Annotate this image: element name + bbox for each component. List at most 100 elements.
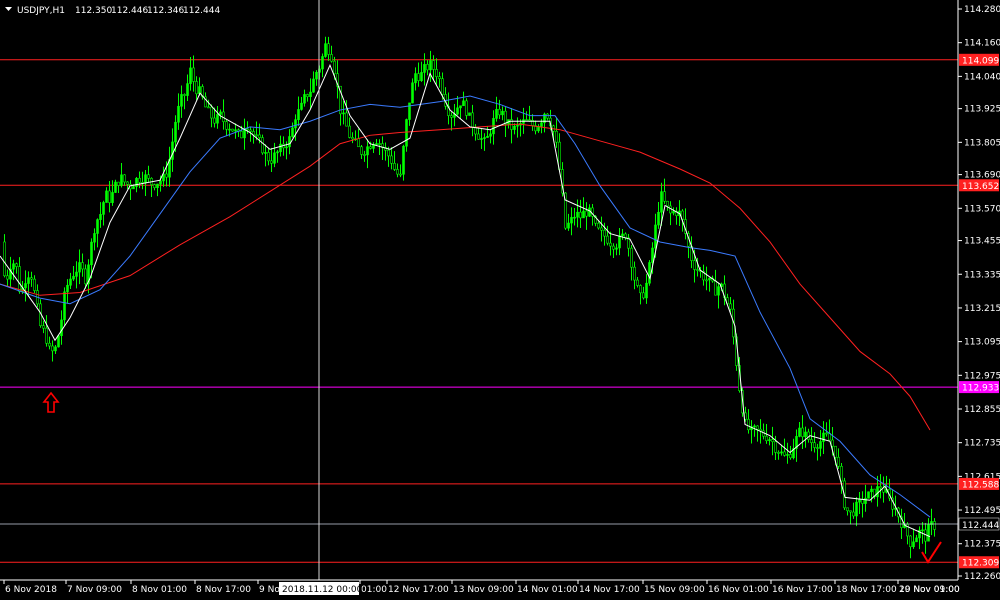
candle-body (465, 100, 468, 116)
candle-body (450, 115, 453, 118)
candle-body (234, 129, 237, 132)
time-tick-label: 8 Nov 17:00 (196, 585, 251, 595)
candle-body (753, 425, 756, 428)
candle-body (525, 119, 528, 121)
candle-body (915, 537, 918, 543)
candle-body (114, 181, 117, 193)
candle-body (312, 78, 315, 93)
candle-body (426, 64, 429, 71)
price-tick-label: 113.925 (964, 105, 1000, 115)
candle-body (198, 86, 201, 95)
candle-body (663, 191, 666, 202)
candle-body (417, 73, 420, 81)
candle-body (126, 181, 129, 185)
candle-body (495, 108, 498, 119)
candle-body (369, 146, 372, 149)
candle-body (864, 497, 867, 504)
candle-body (540, 122, 543, 127)
candle-body (486, 135, 489, 138)
candle-body (366, 146, 369, 156)
candle-body (351, 137, 354, 140)
candle-body (144, 174, 147, 184)
candle-body (270, 160, 273, 164)
candle-body (66, 284, 69, 293)
candle-body (294, 119, 297, 129)
candle-body (819, 441, 822, 449)
time-tick-label: 8 Nov 01:00 (132, 585, 187, 595)
candle-body (60, 319, 63, 337)
candle-body (774, 441, 777, 453)
candle-body (69, 278, 72, 286)
time-tick-label: 14 Nov 01:00 (517, 585, 578, 595)
candle-body (210, 106, 213, 119)
candle-body (786, 454, 789, 456)
candle-body (501, 110, 504, 116)
price-tick-label: 112.260 (964, 572, 1000, 582)
time-tick-label: 15 Nov 09:00 (644, 585, 705, 595)
candle-body (933, 521, 936, 530)
time-tick-label: 18 Nov 17:00 (836, 585, 897, 595)
time-axis-border (0, 579, 958, 581)
plot-area[interactable] (0, 0, 958, 580)
candle-body (261, 137, 264, 154)
candle-body (57, 335, 60, 348)
price-tick-label: 113.570 (964, 204, 1000, 214)
current-price-label: 112.444 (962, 521, 999, 531)
candle-body (81, 262, 84, 270)
candle-body (606, 235, 609, 244)
candle-body (117, 181, 120, 186)
candle-body (297, 109, 300, 120)
candle-body (813, 442, 816, 448)
candle-body (825, 432, 828, 435)
candle-body (360, 146, 363, 155)
time-tick-label: 7 Nov 09:00 (67, 585, 122, 595)
candle-body (147, 174, 150, 179)
candle-body (111, 192, 114, 203)
candle-body (153, 184, 156, 189)
candle-body (528, 119, 531, 122)
candle-body (393, 163, 396, 170)
candle-body (468, 112, 471, 116)
candle-body (165, 173, 168, 178)
candle-body (831, 439, 834, 447)
candle-body (396, 169, 399, 175)
candle-body (414, 73, 417, 84)
candle-body (567, 222, 570, 229)
candle-body (912, 541, 915, 548)
high-value: 112.446 (111, 6, 148, 16)
candle-body (363, 154, 366, 156)
candle-body (207, 106, 210, 109)
candle-body (258, 134, 261, 138)
candle-body (213, 117, 216, 124)
candle-body (264, 152, 267, 154)
candle-body (189, 67, 192, 84)
close-value: 112.444 (183, 6, 220, 16)
candle-body (306, 94, 309, 97)
candle-body (636, 279, 639, 286)
price-tick-label: 113.690 (964, 171, 1000, 181)
candle-body (858, 499, 861, 503)
candle-body (927, 524, 930, 542)
candle-body (438, 76, 441, 80)
candle-body (219, 111, 222, 115)
level-label: 114.099 (962, 56, 999, 66)
candle-body (642, 292, 645, 299)
candle-body (822, 432, 825, 442)
candle-body (498, 108, 501, 116)
price-chart[interactable]: 114.280 114.160 114.040 113.925 113.805 113.6… (0, 0, 1000, 600)
candle-body (456, 107, 459, 115)
candle-body (105, 190, 108, 203)
candle-body (666, 200, 669, 207)
candle-body (639, 285, 642, 294)
candle-body (345, 112, 348, 127)
candle-body (54, 346, 57, 352)
candle-body (618, 235, 621, 249)
candle-body (780, 451, 783, 454)
candle-body (399, 173, 402, 176)
candle-body (582, 210, 585, 219)
candle-body (288, 136, 291, 148)
time-tick-label: 01:00 (361, 585, 387, 595)
candle-body (216, 114, 219, 124)
candle-body (195, 81, 198, 95)
candle-body (33, 278, 36, 291)
